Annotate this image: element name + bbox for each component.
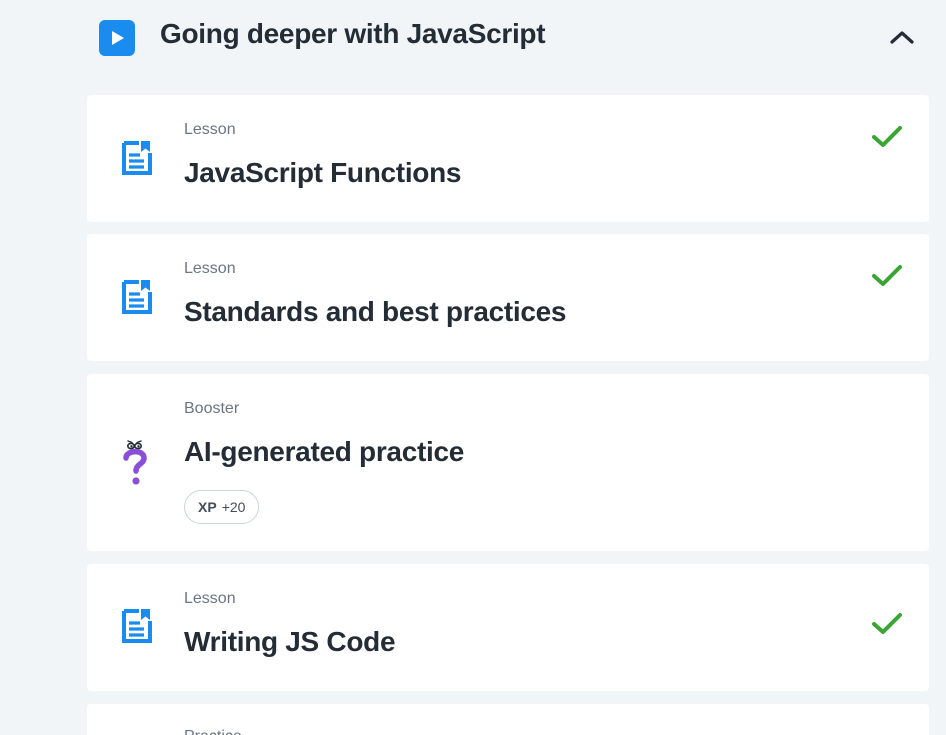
section-title: Going deeper with JavaScript [160,18,546,49]
xp-reward-badge: XP +20 [184,490,260,524]
item-type-label: Lesson [184,260,236,277]
xp-label: XP [198,499,217,515]
item-type-label: Booster [184,400,240,417]
item-title[interactable]: JavaScript Functions [184,157,461,189]
lesson-card[interactable]: Lesson Writing JS Code [87,564,929,691]
check-icon [872,265,902,286]
lesson-document-icon [122,280,152,314]
lesson-card[interactable]: Lesson Standards and best practices [87,234,929,361]
collapse-toggle-button[interactable] [880,22,924,52]
question-mark-character-icon [123,440,147,485]
item-type-label: Lesson [184,121,236,138]
lesson-card[interactable]: Lesson JavaScript Functions [87,95,929,222]
item-title[interactable]: Writing JS Code [184,626,396,658]
item-title[interactable]: Standards and best practices [184,296,566,328]
section-header[interactable]: Going deeper with JavaScript [0,0,946,76]
item-type-label: Lesson [184,590,236,607]
play-icon [99,20,135,56]
item-type-label: Practice [184,728,242,735]
xp-value: +20 [221,499,246,515]
check-icon [872,126,902,147]
booster-card[interactable]: Booster AI-generated practice XP +20 [87,374,929,551]
check-icon [872,613,902,634]
lesson-document-icon [122,141,152,175]
item-title[interactable]: AI-generated practice [184,436,464,468]
chevron-up-icon [890,31,914,44]
practice-card[interactable]: Practice [87,704,929,735]
lesson-document-icon [122,609,152,643]
